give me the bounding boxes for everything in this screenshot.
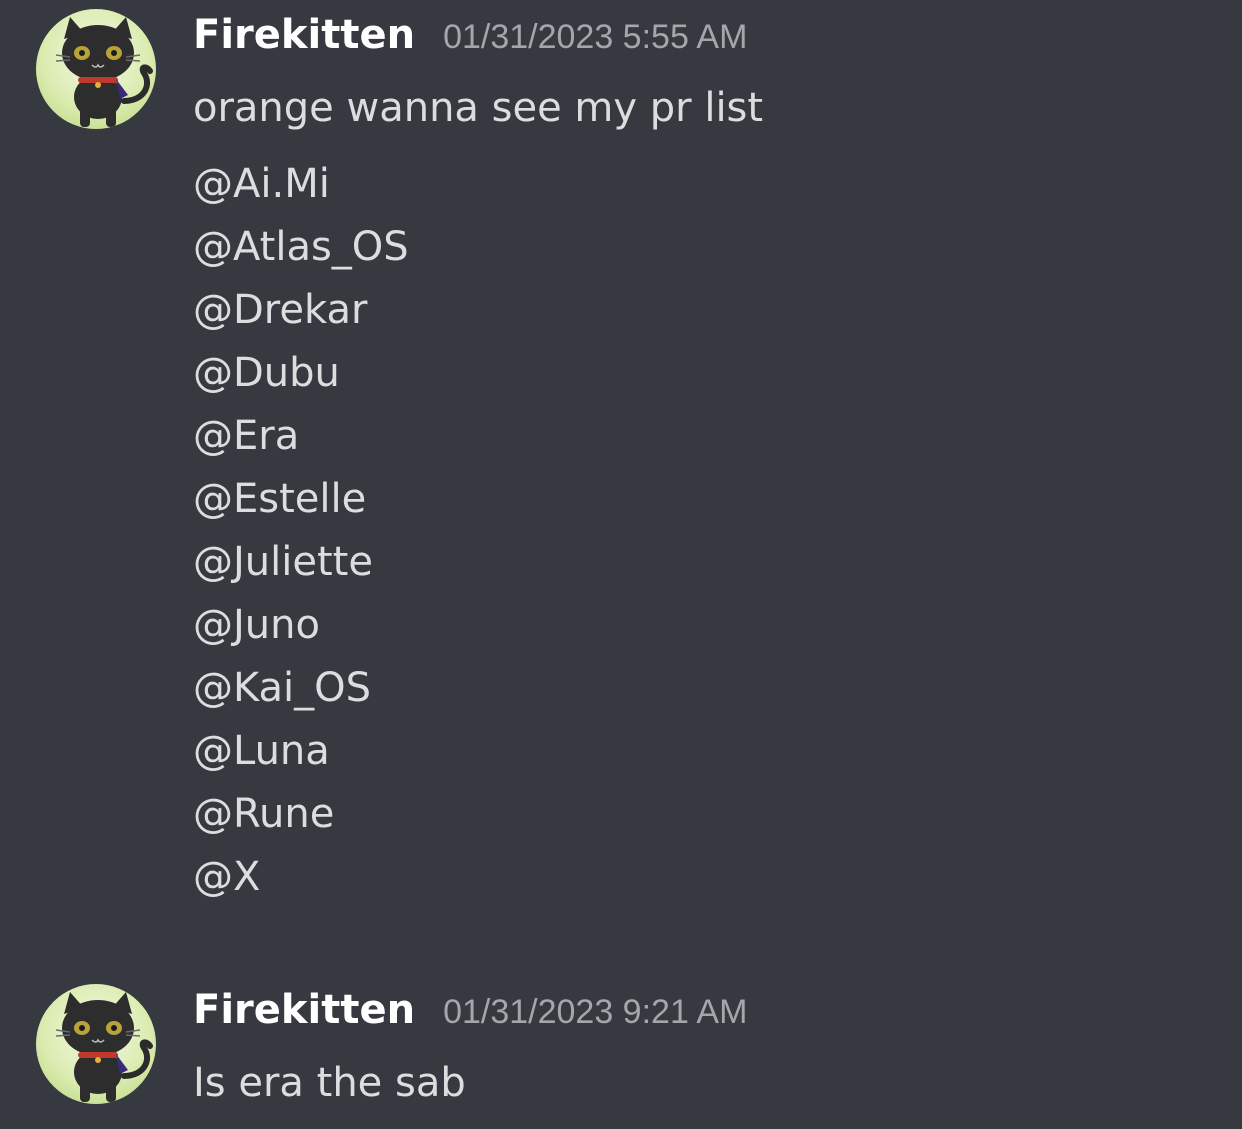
chat-message: Firekitten 01/31/2023 5:55 AM orange wan… bbox=[0, 0, 1242, 920]
mention[interactable]: @Atlas_OS bbox=[193, 227, 409, 267]
timestamp: 01/31/2023 9:21 AM bbox=[443, 993, 748, 1031]
mention[interactable]: @X bbox=[193, 857, 260, 897]
chat-message: Firekitten 01/31/2023 9:21 AM Is era the… bbox=[0, 980, 1242, 1129]
black-cat-avatar-icon bbox=[55, 17, 153, 127]
mention[interactable]: @Kai_OS bbox=[193, 668, 371, 708]
mention[interactable]: @Drekar bbox=[193, 290, 367, 330]
message-text: orange wanna see my pr list bbox=[193, 85, 764, 131]
mention[interactable]: @Dubu bbox=[193, 353, 340, 393]
mention[interactable]: @Luna bbox=[193, 731, 330, 771]
message-header: Firekitten 01/31/2023 5:55 AM bbox=[193, 12, 747, 58]
timestamp: 01/31/2023 5:55 AM bbox=[443, 18, 748, 56]
username[interactable]: Firekitten bbox=[193, 12, 415, 58]
mention[interactable]: @Estelle bbox=[193, 479, 366, 519]
mention[interactable]: @Era bbox=[193, 416, 299, 456]
mention[interactable]: @Ai.Mi bbox=[193, 164, 330, 204]
mention[interactable]: @Juno bbox=[193, 605, 320, 645]
message-header: Firekitten 01/31/2023 9:21 AM bbox=[193, 987, 747, 1033]
username[interactable]: Firekitten bbox=[193, 987, 415, 1033]
black-cat-avatar-icon bbox=[55, 992, 153, 1102]
message-text: Is era the sab bbox=[193, 1060, 466, 1106]
user-avatar[interactable] bbox=[36, 9, 156, 129]
mention[interactable]: @Rune bbox=[193, 794, 334, 834]
user-avatar[interactable] bbox=[36, 984, 156, 1104]
mention[interactable]: @Juliette bbox=[193, 542, 373, 582]
